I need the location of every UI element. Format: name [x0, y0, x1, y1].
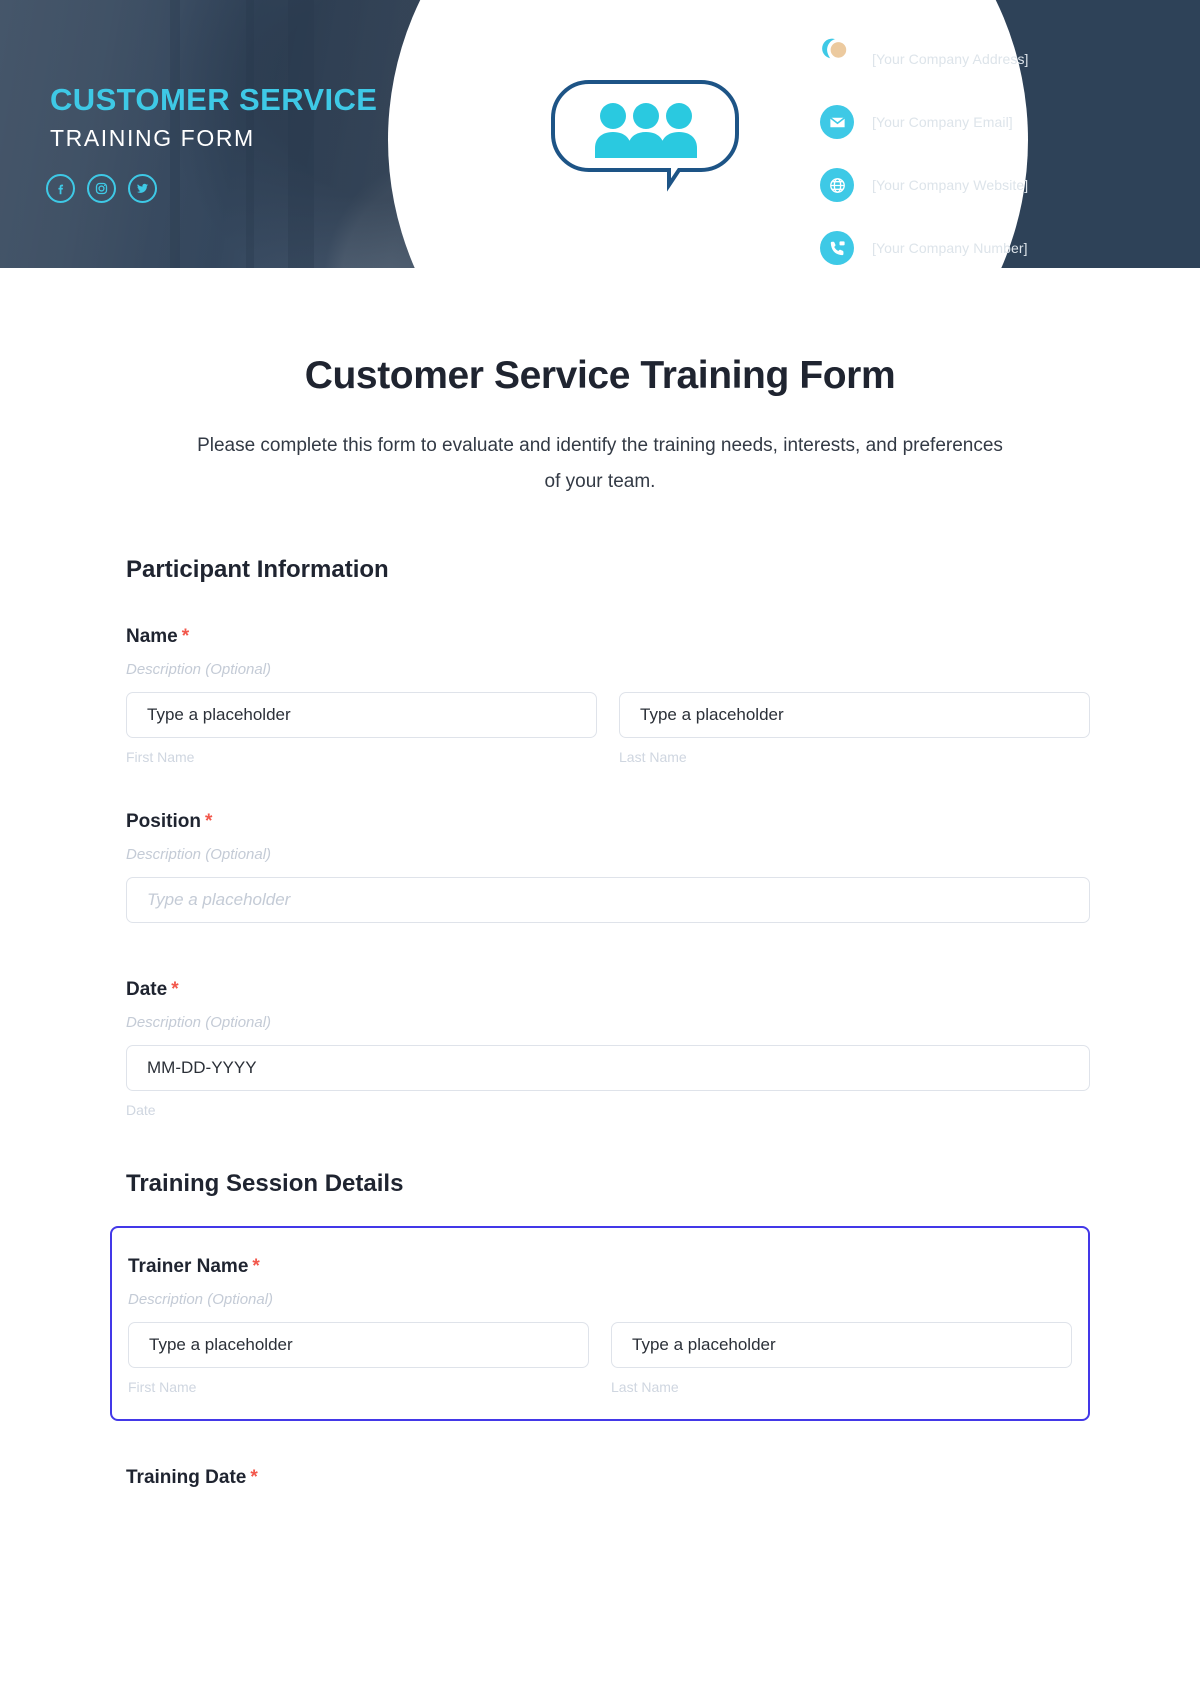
- section-heading-training-session-details: Training Session Details: [126, 1170, 404, 1198]
- sublabel-row-trainer-name: First Name Last Name: [128, 1379, 1072, 1395]
- sublabel-date: Date: [126, 1102, 156, 1119]
- sublabel-trainer-first-name: First Name: [128, 1379, 197, 1396]
- required-marker: *: [252, 1256, 260, 1278]
- social-links: [46, 174, 157, 203]
- contact-row-website: [Your Company Website]: [820, 166, 1029, 204]
- field-date: Date * Description (Optional) MM-DD-YYYY …: [110, 979, 1090, 1118]
- field-label-date: Date *: [126, 979, 1090, 1001]
- page-description: Please complete this form to evaluate an…: [197, 435, 1003, 493]
- field-label-name: Name *: [126, 626, 1090, 648]
- field-description-name: Description (Optional): [126, 661, 272, 679]
- sublabel-row-date: Date: [126, 1102, 1090, 1118]
- trainer-last-name-input[interactable]: Type a placeholder: [611, 1322, 1072, 1369]
- globe-icon: [820, 168, 854, 202]
- people-speech-bubble-icon: [538, 67, 752, 224]
- field-description-trainer-name: Description (Optional): [128, 1291, 274, 1309]
- contact-phone-text: [Your Company Number]: [872, 240, 1028, 256]
- sublabel-first-name: First Name: [126, 749, 195, 766]
- field-label-text: Training Date: [126, 1467, 247, 1489]
- email-icon: [820, 105, 854, 139]
- input-row-date: MM-DD-YYYY: [126, 1045, 1090, 1092]
- banner-subtitle: TRAINING FORM: [50, 124, 255, 151]
- field-label-text: Name: [126, 626, 178, 648]
- phone-icon: [820, 231, 854, 265]
- field-position: Position * Description (Optional) Type a …: [110, 811, 1090, 924]
- position-input[interactable]: Type a placeholder: [126, 877, 1090, 924]
- sublabel-row-name: First Name Last Name: [126, 749, 1090, 765]
- field-trainer-name[interactable]: Trainer Name * Description (Optional) Typ…: [110, 1226, 1090, 1422]
- required-marker: *: [171, 979, 179, 1001]
- date-input[interactable]: MM-DD-YYYY: [126, 1045, 1090, 1092]
- field-description-position: Description (Optional): [126, 846, 272, 864]
- form-body: Customer Service Training Form Please co…: [0, 354, 1200, 1489]
- contact-row-phone: [Your Company Number]: [820, 229, 1029, 267]
- field-label-text: Date: [126, 979, 168, 1001]
- field-label-text: Position: [126, 811, 201, 833]
- field-label-trainer-name: Trainer Name *: [128, 1256, 1072, 1278]
- contact-email-text: [Your Company Email]: [872, 114, 1013, 130]
- input-row-name: Type a placeholder Type a placeholder: [126, 692, 1090, 739]
- required-marker: *: [250, 1467, 258, 1489]
- contact-website-text: [Your Company Website]: [872, 177, 1029, 193]
- first-name-input[interactable]: Type a placeholder: [126, 692, 597, 739]
- trainer-first-name-input[interactable]: Type a placeholder: [128, 1322, 589, 1369]
- field-label-training-date: Training Date *: [126, 1467, 1090, 1489]
- contact-address-text: [Your Company Address]: [872, 51, 1029, 67]
- field-description-date: Description (Optional): [126, 1014, 272, 1032]
- twitter-icon[interactable]: [128, 174, 157, 203]
- required-marker: *: [181, 626, 190, 648]
- sublabel-trainer-last-name: Last Name: [611, 1379, 679, 1396]
- last-name-input[interactable]: Type a placeholder: [619, 692, 1090, 739]
- field-training-date: Training Date *: [110, 1467, 1090, 1489]
- location-pin-icon: [820, 38, 854, 76]
- input-row-trainer-name: Type a placeholder Type a placeholder: [128, 1322, 1072, 1369]
- company-contact-list: [Your Company Address] [Your Company Ema…: [820, 38, 1029, 267]
- instagram-icon[interactable]: [87, 174, 116, 203]
- banner-heading-group: CUSTOMER SERVICE TRAINING FORM: [50, 82, 378, 152]
- page-banner: CUSTOMER SERVICE TRAINING FORM [Your Com…: [0, 0, 1200, 268]
- contact-row-address: [Your Company Address]: [820, 38, 1029, 78]
- contact-row-email: [Your Company Email]: [820, 103, 1029, 141]
- required-marker: *: [204, 811, 213, 833]
- page-title: Customer Service Training Form: [304, 354, 896, 397]
- sublabel-last-name: Last Name: [619, 749, 687, 766]
- facebook-icon[interactable]: [46, 174, 75, 203]
- field-label-text: Trainer Name: [128, 1256, 249, 1278]
- input-row-position: Type a placeholder: [126, 877, 1090, 924]
- field-name: Name * Description (Optional) Type a plac…: [110, 626, 1090, 765]
- field-label-position: Position *: [126, 811, 1090, 833]
- banner-title: CUSTOMER SERVICE: [50, 82, 378, 117]
- section-heading-participant-information: Participant Information: [126, 556, 389, 584]
